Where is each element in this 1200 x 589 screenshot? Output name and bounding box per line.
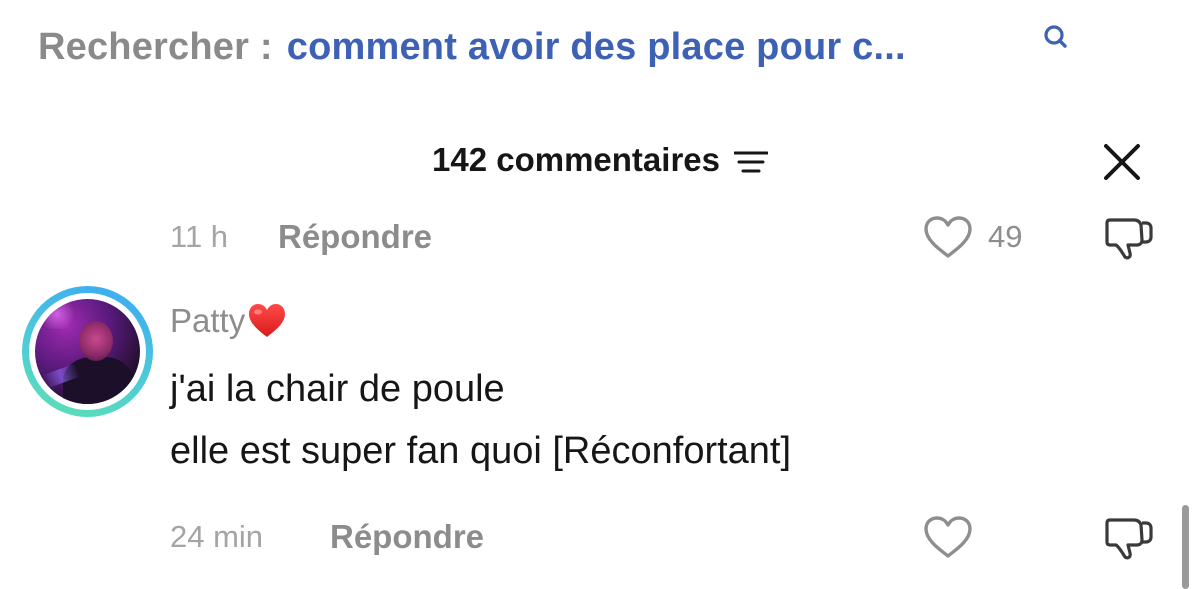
search-icon[interactable] [1040, 22, 1072, 54]
reply-button[interactable]: Répondre [330, 518, 484, 556]
search-prefix: Rechercher : [38, 25, 273, 68]
comment-time: 11 h [170, 219, 229, 254]
dislike-icon[interactable] [1104, 212, 1154, 262]
comment-text-line: j'ai la chair de poule [170, 368, 505, 410]
comment-meta: 24 min Répondre [0, 512, 1200, 562]
comment-text-line: elle est super fan quoi [Réconfortant] [170, 430, 792, 472]
comments-header: 142 commentaires [0, 136, 1200, 184]
comment-time: 24 min [170, 519, 264, 554]
previous-comment-meta: 11 h Répondre 49 [0, 212, 1200, 262]
comments-count: 142 commentaires [432, 141, 720, 178]
scrollbar[interactable] [1182, 505, 1189, 589]
search-query[interactable]: comment avoir des place pour c... [287, 26, 906, 69]
search-bar[interactable]: Rechercher : comment avoir des place pou… [38, 22, 906, 72]
like-button[interactable] [922, 514, 974, 560]
heart-outline-icon [924, 516, 972, 558]
like-button[interactable]: 49 [922, 214, 1022, 260]
author-name: Patty [170, 302, 246, 339]
red-heart-emoji-icon [249, 304, 286, 337]
avatar[interactable] [22, 286, 153, 417]
dislike-icon[interactable] [1104, 512, 1154, 562]
avatar-photo [35, 299, 140, 404]
close-icon[interactable] [1100, 140, 1144, 184]
comment-author[interactable]: Patty [170, 302, 287, 340]
heart-outline-icon [924, 216, 972, 258]
comments-screen: Rechercher : comment avoir des place pou… [0, 0, 1200, 589]
sort-lines-icon[interactable] [734, 150, 768, 174]
like-count: 49 [988, 219, 1023, 254]
reply-button[interactable]: Répondre [278, 218, 432, 256]
